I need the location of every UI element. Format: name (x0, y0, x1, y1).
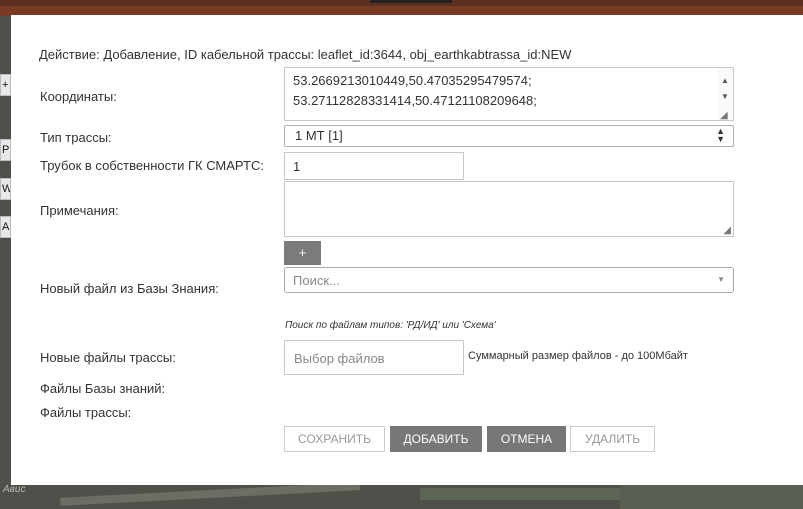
coords-label: Координаты: (40, 89, 117, 104)
coords-scrollbar[interactable]: ▲ ▼ ◢ (717, 68, 733, 120)
file-size-note: Суммарный размер файлов - до 100Мбайт (468, 350, 688, 362)
route-type-value: 1 МТ [1] (295, 128, 343, 143)
active-tab-indicator (370, 0, 452, 3)
route-files-list-label: Файлы трассы: (40, 405, 132, 420)
kb-file-label: Новый файл из Базы Знания: (40, 281, 219, 296)
cable-route-dialog: Действие: Добавление, ID кабельной трасс… (11, 15, 803, 485)
kb-file-search[interactable]: Поиск... ▼ (284, 267, 734, 293)
map-side-tool[interactable]: Р (0, 139, 11, 161)
file-picker-button[interactable]: Выбор файлов (284, 340, 464, 375)
route-files-label: Новые файлы трассы: (40, 350, 176, 365)
map-zoom-in-button[interactable]: + (0, 74, 11, 96)
resize-grip-icon[interactable]: ◢ (720, 106, 728, 120)
notes-textarea[interactable]: ◢ (284, 181, 734, 237)
map-road (59, 482, 361, 506)
resize-grip-icon[interactable]: ◢ (723, 225, 731, 236)
select-arrows-icon: ▲ ▼ (716, 126, 725, 144)
route-type-select[interactable]: 1 МТ [1] ▲ ▼ (284, 125, 734, 147)
dropdown-caret-icon: ▼ (717, 275, 725, 284)
coords-line: 53.2669213010449,50.47035295479574; (293, 73, 532, 88)
scroll-down-icon[interactable]: ▼ (721, 87, 729, 107)
coords-line: 53.27112828331414,50.47121108209648; (293, 93, 537, 108)
tubes-label: Трубок в собственности ГК СМАРТС: (40, 158, 264, 173)
save-button[interactable]: СОХРАНИТЬ (284, 426, 385, 452)
route-type-label: Тип трассы: (40, 130, 112, 145)
map-area (620, 484, 803, 509)
tubes-input[interactable]: 1 (284, 152, 464, 180)
kb-file-hint: Поиск по файлам типов: 'РД/ИД' или 'Схем… (285, 320, 496, 331)
notes-label: Примечания: (40, 203, 119, 218)
map-side-tool[interactable]: А (0, 216, 11, 238)
kb-file-search-placeholder: Поиск... (293, 273, 340, 288)
cancel-button[interactable]: ОТМЕНА (487, 426, 566, 452)
delete-button[interactable]: УДАЛИТЬ (570, 426, 655, 452)
map-place-label: Авис (3, 484, 26, 495)
dialog-header: Действие: Добавление, ID кабельной трасс… (39, 47, 572, 62)
add-button[interactable]: ДОБАВИТЬ (390, 426, 482, 452)
coords-textarea[interactable]: 53.2669213010449,50.47035295479574; 53.2… (284, 67, 734, 121)
add-note-button[interactable]: + (284, 241, 321, 265)
map-side-tool[interactable]: W (0, 178, 11, 200)
map-road (420, 488, 620, 500)
kb-files-list-label: Файлы Базы знаний: (40, 381, 166, 396)
app-topbar (0, 0, 803, 16)
